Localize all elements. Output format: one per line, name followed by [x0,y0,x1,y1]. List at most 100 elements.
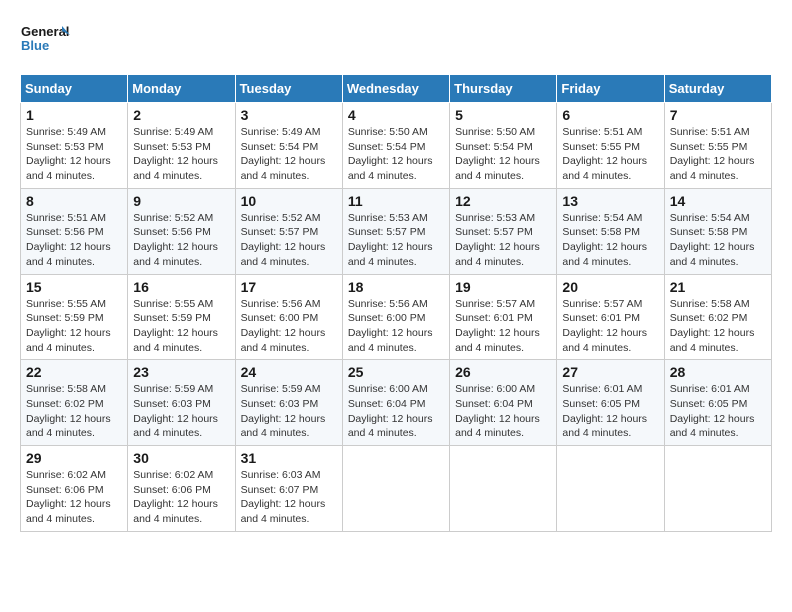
svg-text:Blue: Blue [21,38,49,53]
day-info: Sunrise: 5:54 AM Sunset: 5:58 PM Dayligh… [670,211,766,270]
calendar-day-cell: 31 Sunrise: 6:03 AM Sunset: 6:07 PM Dayl… [235,446,342,532]
day-info: Sunrise: 6:03 AM Sunset: 6:07 PM Dayligh… [241,468,337,527]
day-number: 3 [241,107,337,123]
day-info: Sunrise: 5:51 AM Sunset: 5:55 PM Dayligh… [670,125,766,184]
day-number: 26 [455,364,551,380]
calendar-day-cell: 12 Sunrise: 5:53 AM Sunset: 5:57 PM Dayl… [450,188,557,274]
day-info: Sunrise: 5:57 AM Sunset: 6:01 PM Dayligh… [562,297,658,356]
day-info: Sunrise: 5:57 AM Sunset: 6:01 PM Dayligh… [455,297,551,356]
calendar-header-row: SundayMondayTuesdayWednesdayThursdayFrid… [21,75,772,103]
logo: General Blue [20,20,70,64]
calendar-day-cell: 18 Sunrise: 5:56 AM Sunset: 6:00 PM Dayl… [342,274,449,360]
calendar-week-row: 29 Sunrise: 6:02 AM Sunset: 6:06 PM Dayl… [21,446,772,532]
calendar-day-cell: 30 Sunrise: 6:02 AM Sunset: 6:06 PM Dayl… [128,446,235,532]
day-info: Sunrise: 5:58 AM Sunset: 6:02 PM Dayligh… [26,382,122,441]
day-info: Sunrise: 5:52 AM Sunset: 5:56 PM Dayligh… [133,211,229,270]
day-number: 5 [455,107,551,123]
day-of-week-header: Sunday [21,75,128,103]
day-info: Sunrise: 5:59 AM Sunset: 6:03 PM Dayligh… [133,382,229,441]
day-info: Sunrise: 5:49 AM Sunset: 5:53 PM Dayligh… [133,125,229,184]
day-number: 2 [133,107,229,123]
day-number: 6 [562,107,658,123]
calendar-day-cell: 27 Sunrise: 6:01 AM Sunset: 6:05 PM Dayl… [557,360,664,446]
calendar-day-cell: 22 Sunrise: 5:58 AM Sunset: 6:02 PM Dayl… [21,360,128,446]
day-number: 19 [455,279,551,295]
day-info: Sunrise: 5:56 AM Sunset: 6:00 PM Dayligh… [241,297,337,356]
calendar-day-cell [450,446,557,532]
calendar-day-cell: 19 Sunrise: 5:57 AM Sunset: 6:01 PM Dayl… [450,274,557,360]
day-number: 30 [133,450,229,466]
day-info: Sunrise: 5:58 AM Sunset: 6:02 PM Dayligh… [670,297,766,356]
day-info: Sunrise: 6:01 AM Sunset: 6:05 PM Dayligh… [562,382,658,441]
calendar-day-cell: 20 Sunrise: 5:57 AM Sunset: 6:01 PM Dayl… [557,274,664,360]
day-info: Sunrise: 5:51 AM Sunset: 5:55 PM Dayligh… [562,125,658,184]
calendar-day-cell: 14 Sunrise: 5:54 AM Sunset: 5:58 PM Dayl… [664,188,771,274]
calendar-day-cell: 3 Sunrise: 5:49 AM Sunset: 5:54 PM Dayli… [235,103,342,189]
day-of-week-header: Monday [128,75,235,103]
day-number: 9 [133,193,229,209]
calendar-day-cell [664,446,771,532]
day-number: 25 [348,364,444,380]
day-info: Sunrise: 5:53 AM Sunset: 5:57 PM Dayligh… [348,211,444,270]
calendar-day-cell: 2 Sunrise: 5:49 AM Sunset: 5:53 PM Dayli… [128,103,235,189]
calendar-day-cell: 9 Sunrise: 5:52 AM Sunset: 5:56 PM Dayli… [128,188,235,274]
day-number: 7 [670,107,766,123]
page-header: General Blue [20,20,772,64]
calendar-day-cell: 4 Sunrise: 5:50 AM Sunset: 5:54 PM Dayli… [342,103,449,189]
day-number: 15 [26,279,122,295]
day-of-week-header: Tuesday [235,75,342,103]
calendar-day-cell: 15 Sunrise: 5:55 AM Sunset: 5:59 PM Dayl… [21,274,128,360]
calendar-day-cell [342,446,449,532]
day-number: 12 [455,193,551,209]
logo-svg: General Blue [20,20,70,64]
day-number: 17 [241,279,337,295]
calendar-week-row: 8 Sunrise: 5:51 AM Sunset: 5:56 PM Dayli… [21,188,772,274]
day-of-week-header: Friday [557,75,664,103]
calendar-day-cell: 17 Sunrise: 5:56 AM Sunset: 6:00 PM Dayl… [235,274,342,360]
day-number: 11 [348,193,444,209]
calendar-week-row: 22 Sunrise: 5:58 AM Sunset: 6:02 PM Dayl… [21,360,772,446]
calendar-table: SundayMondayTuesdayWednesdayThursdayFrid… [20,74,772,532]
calendar-day-cell [557,446,664,532]
day-info: Sunrise: 5:56 AM Sunset: 6:00 PM Dayligh… [348,297,444,356]
day-of-week-header: Wednesday [342,75,449,103]
day-info: Sunrise: 5:50 AM Sunset: 5:54 PM Dayligh… [348,125,444,184]
calendar-day-cell: 29 Sunrise: 6:02 AM Sunset: 6:06 PM Dayl… [21,446,128,532]
calendar-day-cell: 11 Sunrise: 5:53 AM Sunset: 5:57 PM Dayl… [342,188,449,274]
day-info: Sunrise: 5:54 AM Sunset: 5:58 PM Dayligh… [562,211,658,270]
day-number: 14 [670,193,766,209]
day-info: Sunrise: 6:01 AM Sunset: 6:05 PM Dayligh… [670,382,766,441]
day-info: Sunrise: 5:52 AM Sunset: 5:57 PM Dayligh… [241,211,337,270]
day-info: Sunrise: 5:55 AM Sunset: 5:59 PM Dayligh… [133,297,229,356]
calendar-day-cell: 1 Sunrise: 5:49 AM Sunset: 5:53 PM Dayli… [21,103,128,189]
calendar-day-cell: 13 Sunrise: 5:54 AM Sunset: 5:58 PM Dayl… [557,188,664,274]
day-info: Sunrise: 5:59 AM Sunset: 6:03 PM Dayligh… [241,382,337,441]
day-info: Sunrise: 5:55 AM Sunset: 5:59 PM Dayligh… [26,297,122,356]
calendar-day-cell: 23 Sunrise: 5:59 AM Sunset: 6:03 PM Dayl… [128,360,235,446]
calendar-day-cell: 16 Sunrise: 5:55 AM Sunset: 5:59 PM Dayl… [128,274,235,360]
day-number: 22 [26,364,122,380]
calendar-week-row: 1 Sunrise: 5:49 AM Sunset: 5:53 PM Dayli… [21,103,772,189]
day-info: Sunrise: 5:49 AM Sunset: 5:53 PM Dayligh… [26,125,122,184]
day-number: 24 [241,364,337,380]
day-number: 18 [348,279,444,295]
day-number: 20 [562,279,658,295]
calendar-day-cell: 6 Sunrise: 5:51 AM Sunset: 5:55 PM Dayli… [557,103,664,189]
day-number: 23 [133,364,229,380]
day-number: 27 [562,364,658,380]
day-number: 21 [670,279,766,295]
day-number: 29 [26,450,122,466]
day-info: Sunrise: 5:50 AM Sunset: 5:54 PM Dayligh… [455,125,551,184]
day-number: 16 [133,279,229,295]
day-number: 1 [26,107,122,123]
day-number: 8 [26,193,122,209]
day-info: Sunrise: 6:02 AM Sunset: 6:06 PM Dayligh… [133,468,229,527]
calendar-day-cell: 28 Sunrise: 6:01 AM Sunset: 6:05 PM Dayl… [664,360,771,446]
calendar-day-cell: 10 Sunrise: 5:52 AM Sunset: 5:57 PM Dayl… [235,188,342,274]
day-of-week-header: Thursday [450,75,557,103]
day-info: Sunrise: 5:51 AM Sunset: 5:56 PM Dayligh… [26,211,122,270]
day-info: Sunrise: 6:02 AM Sunset: 6:06 PM Dayligh… [26,468,122,527]
day-info: Sunrise: 6:00 AM Sunset: 6:04 PM Dayligh… [348,382,444,441]
day-number: 13 [562,193,658,209]
calendar-week-row: 15 Sunrise: 5:55 AM Sunset: 5:59 PM Dayl… [21,274,772,360]
